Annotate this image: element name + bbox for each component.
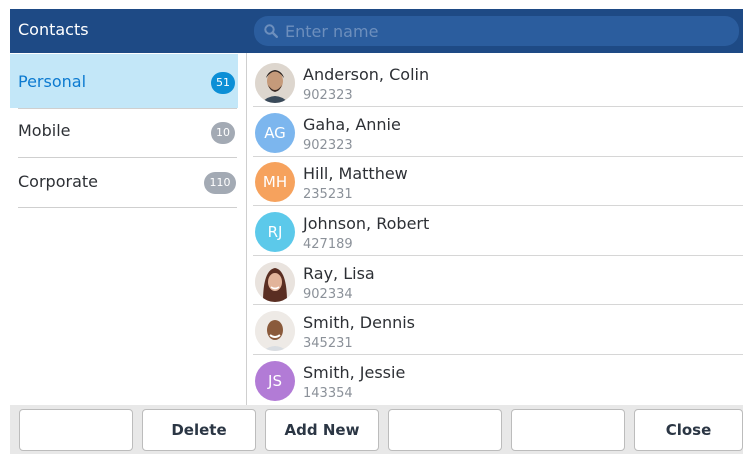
softkey-empty-2[interactable] (388, 409, 502, 451)
contact-number: 345231 (303, 336, 353, 351)
close-button[interactable]: Close (634, 409, 743, 451)
screen-edge-top (0, 0, 743, 9)
category-label: Personal (18, 72, 87, 91)
avatar (255, 311, 295, 351)
contact-number: 902323 (303, 138, 353, 153)
contact-number: 427189 (303, 237, 353, 252)
category-label: Mobile (18, 121, 71, 140)
divider (18, 207, 237, 208)
contact-name: Hill, Matthew (303, 164, 408, 183)
contact-number: 902334 (303, 287, 353, 302)
count-badge: 110 (204, 172, 236, 194)
delete-button[interactable]: Delete (142, 409, 256, 451)
add-new-button[interactable]: Add New (265, 409, 379, 451)
search-icon (264, 24, 278, 38)
avatar: AG (255, 113, 295, 153)
contact-number: 235231 (303, 187, 353, 202)
contact-row[interactable]: Ray, Lisa 902334 (247, 255, 743, 304)
category-sidebar: Personal 51 Mobile 10 Corporate 110 (10, 53, 247, 405)
header-bar: Contacts Enter name (10, 9, 743, 53)
screen-edge-left (0, 0, 10, 454)
softkey-empty-1[interactable] (19, 409, 133, 451)
avatar (255, 262, 295, 302)
softkey-empty-3[interactable] (511, 409, 625, 451)
search-placeholder: Enter name (285, 22, 379, 41)
person-photo-icon (255, 311, 295, 351)
contact-name: Ray, Lisa (303, 264, 375, 283)
contact-name: Johnson, Robert (303, 214, 430, 233)
contact-row[interactable]: AG Gaha, Annie 902323 (247, 106, 743, 155)
contact-number: 902323 (303, 88, 353, 103)
softkey-bar: Delete Add New Close (10, 405, 743, 454)
avatar: MH (255, 162, 295, 202)
search-input[interactable]: Enter name (254, 16, 739, 46)
category-corporate[interactable]: Corporate 110 (10, 158, 238, 207)
contact-name: Smith, Dennis (303, 313, 415, 332)
page-title: Contacts (18, 20, 89, 39)
contact-name: Smith, Jessie (303, 363, 406, 382)
avatar: RJ (255, 212, 295, 252)
contact-name: Anderson, Colin (303, 65, 430, 84)
contacts-screen: Contacts Enter name Personal 51 Mobile 1… (0, 0, 743, 454)
person-photo-icon (255, 63, 295, 103)
person-photo-icon (255, 262, 295, 302)
category-mobile[interactable]: Mobile 10 (10, 109, 238, 157)
contact-name: Gaha, Annie (303, 115, 401, 134)
contact-row[interactable]: JS Smith, Jessie 143354 (247, 354, 743, 403)
contact-row[interactable]: RJ Johnson, Robert 427189 (247, 205, 743, 254)
contact-number: 143354 (303, 386, 353, 401)
contact-row[interactable]: Anderson, Colin 902323 (247, 56, 743, 105)
contact-list: Anderson, Colin 902323 AG Gaha, Annie 90… (247, 53, 743, 405)
category-personal[interactable]: Personal 51 (10, 54, 238, 108)
count-badge: 51 (211, 72, 235, 94)
contact-row[interactable]: Smith, Dennis 345231 (247, 304, 743, 353)
avatar (255, 63, 295, 103)
contact-row[interactable]: MH Hill, Matthew 235231 (247, 155, 743, 204)
count-badge: 10 (211, 122, 235, 144)
avatar: JS (255, 361, 295, 401)
category-label: Corporate (18, 172, 98, 191)
